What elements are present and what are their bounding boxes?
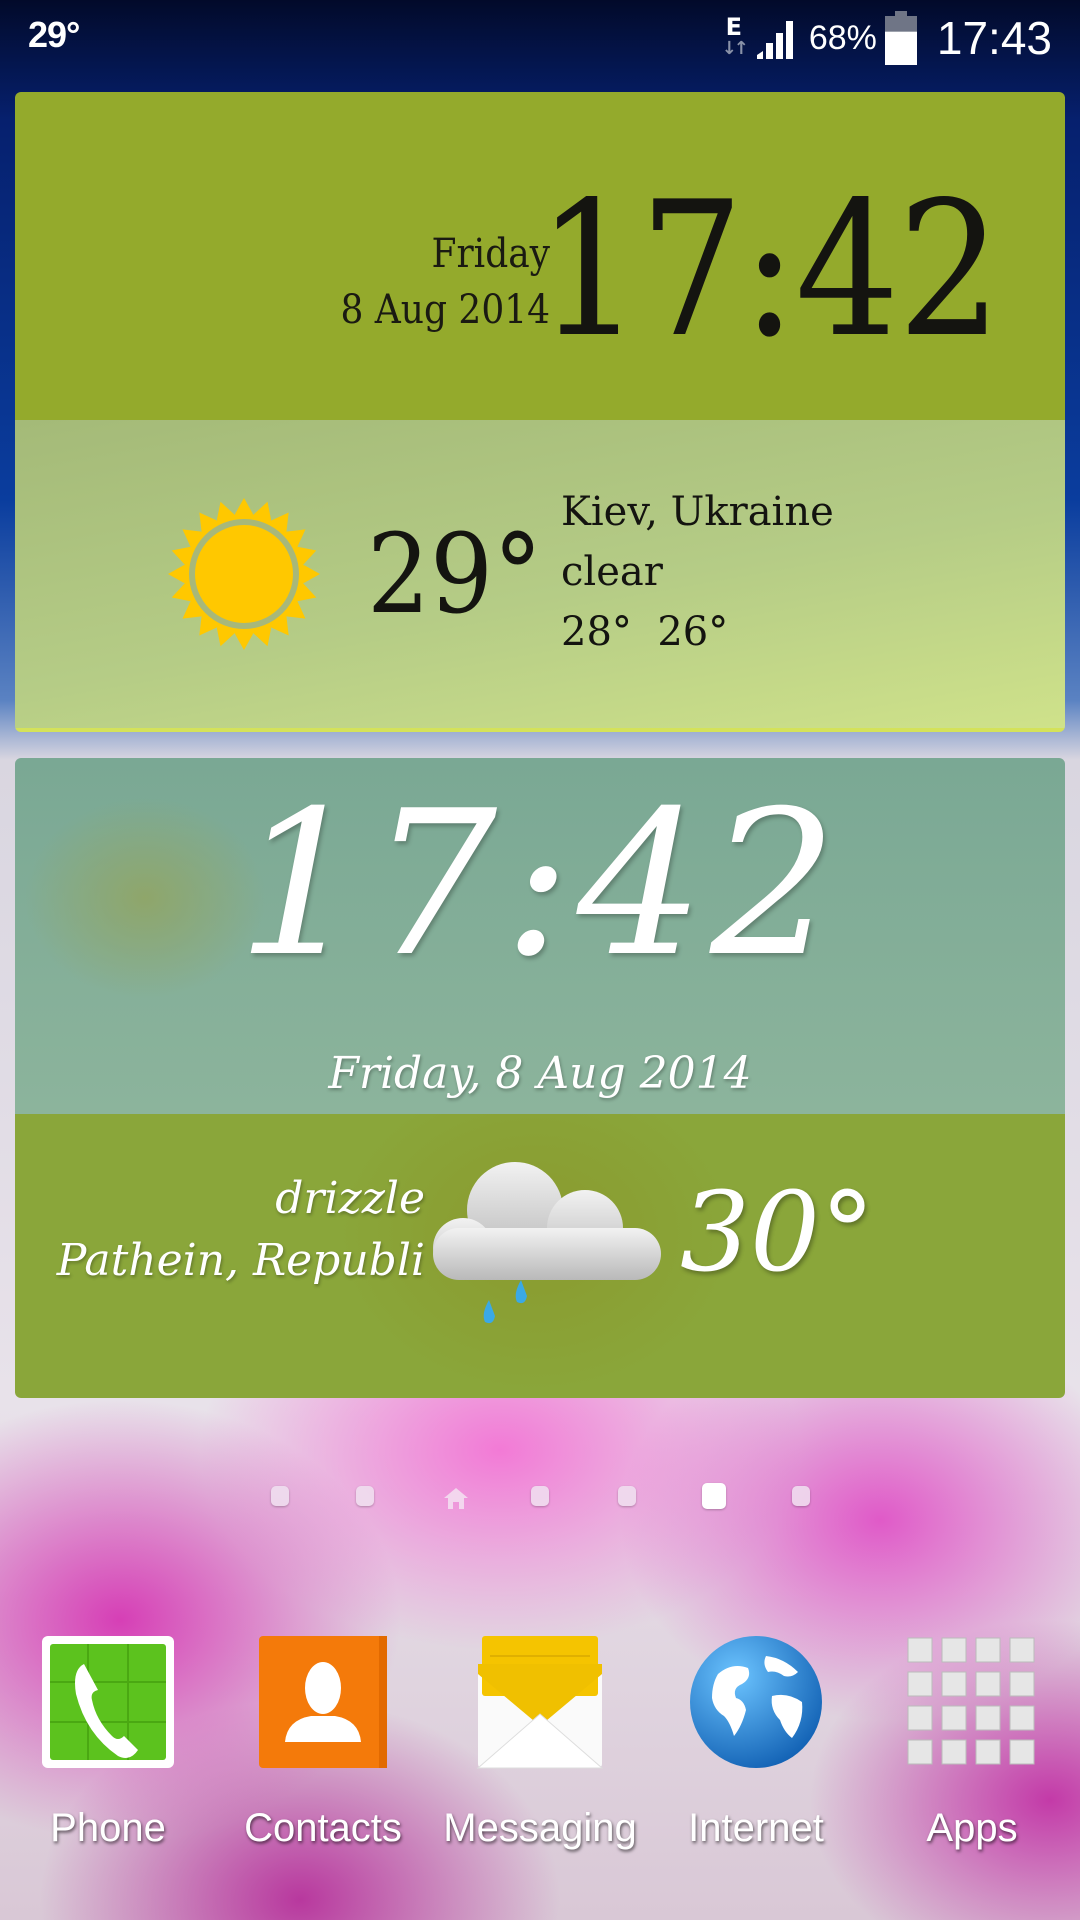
dock-app-apps[interactable]: Apps <box>872 1630 1072 1870</box>
weather-location: Kiev, Ukraine <box>561 489 834 535</box>
apps-grid-square <box>975 1637 1001 1663</box>
dock-app-internet[interactable]: Internet <box>656 1630 856 1870</box>
apps-grid-square <box>1009 1671 1035 1697</box>
dock-app-label: Internet <box>688 1806 824 1850</box>
network-type-indicator: E ↓↑ <box>721 13 749 60</box>
apps-grid-square <box>941 1739 967 1765</box>
sun-ray <box>303 564 320 584</box>
dock-app-label: Apps <box>926 1806 1018 1850</box>
handwritten-clock-panel[interactable]: 17:42 Friday, 8 Aug 2014 <box>15 758 1065 1114</box>
apps-grid-square <box>907 1671 933 1697</box>
sun-ray <box>234 633 254 650</box>
status-indicators: E ↓↑ 68% 17:43 <box>721 8 1052 68</box>
apps-grid-square <box>975 1705 1001 1731</box>
page-indicator[interactable] <box>0 1483 1080 1514</box>
dock-app-label: Contacts <box>244 1806 402 1850</box>
apps-grid-square <box>941 1637 967 1663</box>
rain-cloud-icon <box>433 1162 661 1324</box>
app-dock: Phone Contacts Messaging Internet Apps <box>0 1630 1080 1890</box>
sun-icon <box>168 498 320 650</box>
weather-details: Kiev, Ukraine clear 28° 26° <box>561 482 834 662</box>
apps-grid-icon <box>907 1637 1035 1765</box>
home-page-indicator-icon[interactable] <box>443 1486 469 1510</box>
apps-grid-square <box>1009 1637 1035 1663</box>
apps-grid-square <box>975 1671 1001 1697</box>
clock-day: Friday <box>431 231 550 277</box>
battery-percent: 68% <box>808 18 877 57</box>
clock-weather-widget[interactable]: Friday 8 Aug 2014 17:42 29° Kiev, Ukrain… <box>15 92 1065 732</box>
handwritten-clock-widget[interactable]: 17:42 Friday, 8 Aug 2014 drizzle Pathein… <box>15 758 1065 1398</box>
apps-grid-square <box>941 1671 967 1697</box>
apps-grid-square <box>907 1705 933 1731</box>
current-temperature: 29° <box>367 510 543 638</box>
dock-app-contacts[interactable]: Contacts <box>223 1630 423 1870</box>
status-clock: 17:43 <box>936 12 1052 64</box>
dock-app-messaging[interactable]: Messaging <box>440 1630 640 1870</box>
handwritten-weather-condition: drizzle <box>275 1173 425 1224</box>
clock-panel[interactable]: Friday 8 Aug 2014 17:42 <box>15 92 1065 420</box>
apps-grid-square <box>1009 1705 1035 1731</box>
handwritten-weather-location: Pathein, Republi <box>56 1235 425 1286</box>
network-type-label: E <box>725 13 743 41</box>
status-bar[interactable]: 29° E ↓↑ 68% 17:43 <box>0 0 1080 76</box>
globe-icon <box>690 1636 822 1768</box>
sun-ray <box>168 564 185 584</box>
apps-grid-square <box>907 1637 933 1663</box>
page-dot[interactable] <box>792 1486 810 1506</box>
status-weather-temp: 29° <box>28 14 80 55</box>
apps-grid-square <box>941 1705 967 1731</box>
clock-time[interactable]: 17:42 <box>537 170 1002 370</box>
battery-icon <box>884 11 917 65</box>
apps-grid-square <box>907 1739 933 1765</box>
data-activity-icon: ↓↑ <box>721 38 749 59</box>
weather-high-low: 28° 26° <box>561 609 729 655</box>
page-dot[interactable] <box>618 1486 636 1506</box>
clock-date: Friday 8 Aug 2014 <box>340 226 550 338</box>
signal-strength-icon <box>756 21 793 59</box>
contacts-icon <box>259 1636 387 1768</box>
phone-icon <box>42 1636 174 1768</box>
apps-grid-square <box>1009 1739 1035 1765</box>
dock-app-phone[interactable]: Phone <box>8 1630 208 1870</box>
dock-app-label: Phone <box>50 1806 166 1850</box>
clock-full-date: 8 Aug 2014 <box>340 287 550 333</box>
weather-condition: clear <box>561 549 663 595</box>
handwritten-temperature: 30° <box>680 1168 875 1296</box>
page-dot[interactable] <box>271 1486 289 1506</box>
handwritten-clock-time[interactable]: 17:42 <box>15 780 1065 990</box>
handwritten-clock-date: Friday, 8 Aug 2014 <box>328 1048 752 1099</box>
messaging-icon <box>476 1636 604 1769</box>
dock-app-label: Messaging <box>443 1806 637 1850</box>
handwritten-weather-text: drizzle Pathein, Republi <box>57 1168 425 1292</box>
page-dot-active[interactable] <box>702 1483 726 1509</box>
page-dot[interactable] <box>356 1486 374 1506</box>
apps-grid-square <box>975 1739 1001 1765</box>
page-dot[interactable] <box>531 1486 549 1506</box>
sun-ray <box>234 498 254 515</box>
